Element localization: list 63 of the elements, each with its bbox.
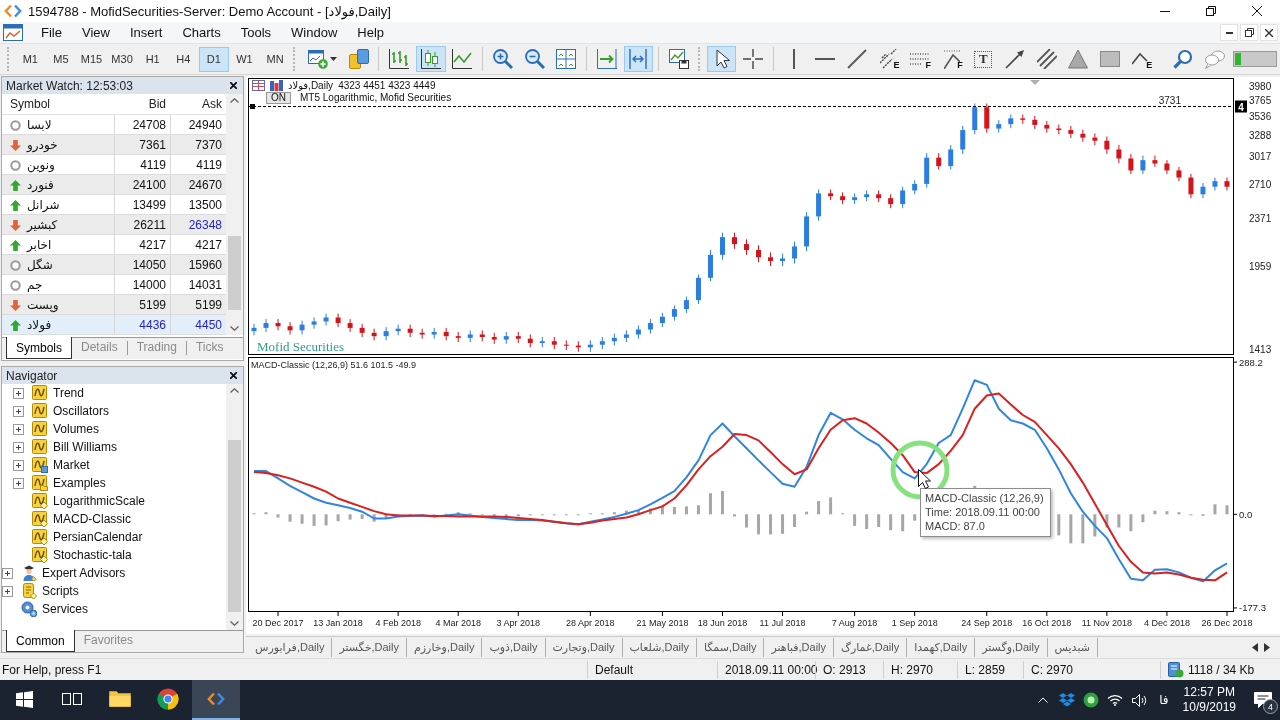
- axis-label: 288.2: [1239, 356, 1263, 368]
- indicator-title: MACD-Classic (12,26,9) 51.6 101.5 -49.9: [251, 360, 417, 370]
- status-text: L: 2859: [965, 662, 1006, 677]
- axis-label: 11 Jul 2018: [759, 618, 806, 628]
- status-text: 1118 / 34 Kb: [1188, 662, 1255, 677]
- axis-label: 18 Jun 2018: [697, 618, 748, 628]
- symbol-name: شگل: [27, 258, 53, 272]
- symbol-name: وپست: [27, 298, 59, 312]
- status-text: Default: [595, 662, 634, 677]
- axis-label: 26 Dec 2018: [1201, 618, 1253, 628]
- axis-label: 4 Dec 2018: [1143, 618, 1190, 628]
- axis-label: 1959: [1249, 261, 1272, 273]
- axis-label: 3536: [1249, 111, 1272, 123]
- axis-label: 2371: [1249, 212, 1272, 224]
- symbol-name: لابسا: [27, 118, 52, 132]
- axis-label: 4 Mar 2018: [435, 618, 481, 628]
- axis-label: 20 Dec 2017: [252, 618, 304, 628]
- tooltip-line: MACD: 87.0: [925, 519, 986, 533]
- symbol-name: فنورد: [27, 178, 54, 192]
- status-text: H: 2970: [891, 662, 934, 677]
- axis-label: 13 Jan 2018: [313, 618, 363, 628]
- axis-label: 24 Sep 2018: [961, 618, 1013, 628]
- status-text: O: 2913: [823, 662, 866, 677]
- clock-date: 10/9/2019: [1182, 700, 1236, 715]
- axis-label: 1413: [1249, 344, 1272, 355]
- tooltip-line: Time: 2018.09.11 00:00: [925, 505, 1041, 519]
- tooltip-line: MACD-Classic (12,26,9): [925, 491, 1044, 505]
- clock-time: 12:57 PM: [1183, 685, 1235, 700]
- axis-label: 16 Oct 2018: [1022, 618, 1072, 628]
- axis-label: 3017: [1249, 151, 1272, 163]
- axis-label: 7 Aug 2018: [831, 618, 878, 628]
- window-title: 1594788 - MofidSecurities-Server: Demo Account - [فولاد,Daily]: [28, 3, 391, 19]
- chart-quote: 4323 4451 4323 4449: [338, 80, 436, 91]
- panel-title: Navigator: [6, 368, 58, 383]
- axis-label: 0.0: [1239, 508, 1253, 520]
- price-level-label: 3731: [1158, 95, 1181, 106]
- chart-label: Mofid Securities: [257, 339, 344, 355]
- indicator-name: MT5 Logarithmic, Mofid Securities: [300, 92, 452, 103]
- symbol-name: فولاد: [27, 318, 52, 332]
- axis-label: -177.3: [1239, 602, 1266, 614]
- axis-label: 3765: [1249, 95, 1272, 107]
- symbol-name: خودرو: [27, 138, 58, 152]
- axis-label: 3288: [1249, 129, 1272, 141]
- status-text: For Help, press F1: [2, 662, 102, 677]
- axis-label: 3980: [1249, 81, 1272, 93]
- bid-cell: 4436: [114, 315, 170, 335]
- status-text: C: 2970: [1031, 662, 1074, 677]
- chart-symbol: فولاد,Daily: [288, 80, 334, 91]
- axis-label: 2710: [1249, 178, 1272, 190]
- axis-label: 1 Sep 2018: [891, 618, 938, 628]
- axis-label: 4 Feb 2018: [375, 618, 421, 628]
- symbol-name: جم: [27, 278, 43, 292]
- symbol-name: کبشیر: [27, 218, 58, 232]
- status-text: 2018.09.11 00:00: [725, 662, 818, 677]
- axis-label: 11 Nov 2018: [1081, 618, 1133, 628]
- symbol-name: اخابر: [27, 238, 52, 252]
- axis-label: 21 May 2018: [636, 618, 689, 628]
- axis-label: 28 Apr 2018: [566, 618, 615, 628]
- symbol-name: شرانل: [27, 198, 60, 212]
- axis-label: 3 Apr 2018: [496, 618, 541, 628]
- symbol-name: ونوین: [27, 158, 55, 172]
- price-badge: 4: [1235, 100, 1247, 113]
- panel-title: Market Watch: 12:53:03: [6, 78, 133, 93]
